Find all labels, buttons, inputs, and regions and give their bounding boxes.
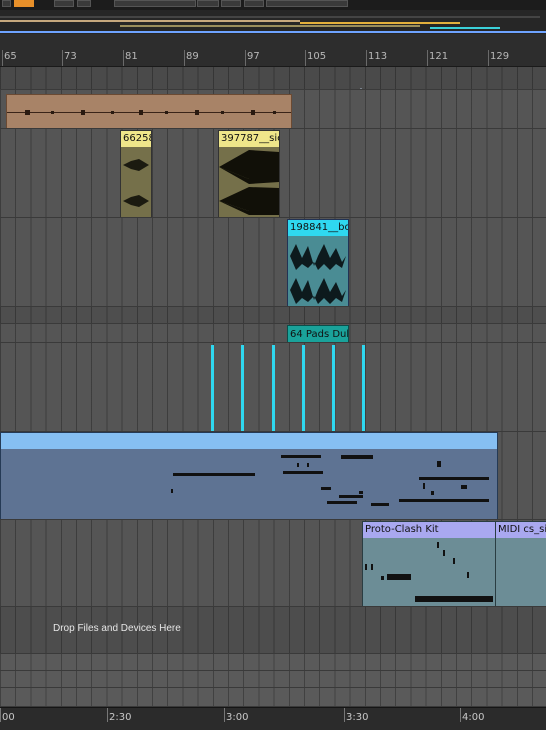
audio-hit-clip[interactable] bbox=[362, 345, 365, 431]
audio-hit-clip[interactable] bbox=[241, 345, 244, 431]
locator-lane[interactable] bbox=[0, 67, 546, 90]
clip-name: 66258 bbox=[121, 131, 151, 147]
bar-label: 89 bbox=[186, 51, 199, 62]
overview-clip bbox=[0, 20, 300, 22]
drum-track[interactable]: Proto-Clash Kit MIDI cs_si bbox=[0, 520, 546, 607]
time-ruler[interactable]: 00 2:30 3:00 3:30 4:00 bbox=[0, 707, 546, 730]
master-track[interactable] bbox=[0, 688, 546, 707]
waveform bbox=[25, 110, 276, 115]
bar-label: 105 bbox=[307, 51, 327, 62]
bar-label: 73 bbox=[64, 51, 77, 62]
bar-label: 129 bbox=[490, 51, 510, 62]
audio-track-hits[interactable] bbox=[0, 343, 546, 432]
overview-track-line bbox=[0, 16, 540, 18]
audio-clip-66258[interactable]: 66258 bbox=[120, 130, 152, 217]
midi-clip-cs[interactable]: MIDI cs_si bbox=[495, 521, 546, 606]
midi-track-pads[interactable]: 64 Pads Dub bbox=[0, 324, 546, 343]
toolbar-button[interactable] bbox=[2, 0, 11, 7]
toolbar-button[interactable] bbox=[54, 0, 74, 7]
bar-label: 121 bbox=[429, 51, 449, 62]
bar-label: 113 bbox=[368, 51, 388, 62]
toolbar-field[interactable] bbox=[266, 0, 348, 7]
arrangement-overview[interactable] bbox=[0, 10, 546, 34]
audio-track-3[interactable]: 198841__bo bbox=[0, 218, 546, 307]
return-track-a[interactable] bbox=[0, 654, 546, 671]
toolbar-field[interactable] bbox=[114, 0, 196, 7]
midi-clip-proto-clash[interactable]: Proto-Clash Kit bbox=[362, 521, 496, 606]
time-label: 2:30 bbox=[109, 712, 132, 723]
drop-zone-label: Drop Files and Devices Here bbox=[53, 623, 181, 634]
bar-label: 81 bbox=[125, 51, 138, 62]
midi-notes bbox=[365, 542, 493, 602]
toolbar-button[interactable] bbox=[244, 0, 264, 7]
overview-clip bbox=[300, 22, 460, 24]
clip-name: Proto-Clash Kit bbox=[363, 522, 495, 538]
beat-ruler[interactable]: 65 73 81 89 97 105 113 121 129 bbox=[0, 34, 546, 67]
audio-hit-clip[interactable] bbox=[211, 345, 214, 431]
clip-name: 64 Pads Dub bbox=[290, 329, 348, 340]
overview-clip bbox=[430, 27, 500, 29]
midi-clip-64-pads[interactable]: 64 Pads Dub bbox=[287, 325, 349, 342]
audio-track-1[interactable] bbox=[0, 90, 546, 129]
audio-hit-clip[interactable] bbox=[272, 345, 275, 431]
clip-header-bar bbox=[1, 433, 497, 449]
audio-clip-397787[interactable]: 397787__sie bbox=[218, 130, 280, 217]
midi-notes bbox=[171, 455, 489, 506]
toolbar-button[interactable] bbox=[77, 0, 91, 7]
overview-clip bbox=[120, 25, 420, 27]
audio-clip-198841[interactable]: 198841__bo bbox=[287, 219, 349, 306]
time-label: 00 bbox=[2, 712, 15, 723]
time-label: 4:00 bbox=[462, 712, 485, 723]
audio-track-2[interactable]: 66258 397787__sie bbox=[0, 129, 546, 218]
speaker-icon[interactable] bbox=[221, 0, 241, 7]
waveform bbox=[219, 150, 279, 215]
drop-zone[interactable]: Drop Files and Devices Here bbox=[0, 607, 546, 654]
clip-name: 198841__bo bbox=[288, 220, 348, 236]
audio-hit-clip[interactable] bbox=[332, 345, 335, 431]
audio-hit-clip[interactable] bbox=[302, 345, 305, 431]
clip-name: 397787__sie bbox=[219, 131, 279, 147]
bar-label: 97 bbox=[247, 51, 260, 62]
midi-clip-blue[interactable] bbox=[0, 432, 498, 519]
bar-label: 65 bbox=[4, 51, 17, 62]
midi-track-blue[interactable] bbox=[0, 432, 546, 520]
audio-clip-orange[interactable] bbox=[6, 94, 292, 128]
waveform bbox=[123, 159, 149, 207]
overview-playhead-band bbox=[0, 31, 546, 33]
top-toolbar bbox=[0, 0, 546, 10]
clip-name bbox=[7, 95, 9, 111]
toolbar-button[interactable] bbox=[197, 0, 219, 7]
time-label: 3:30 bbox=[346, 712, 369, 723]
waveform bbox=[290, 244, 346, 304]
clip-name: MIDI cs_si bbox=[496, 522, 546, 538]
time-label: 3:00 bbox=[226, 712, 249, 723]
return-track-b[interactable] bbox=[0, 671, 546, 688]
empty-lane[interactable] bbox=[0, 307, 546, 324]
toolbar-active-button[interactable] bbox=[14, 0, 34, 7]
